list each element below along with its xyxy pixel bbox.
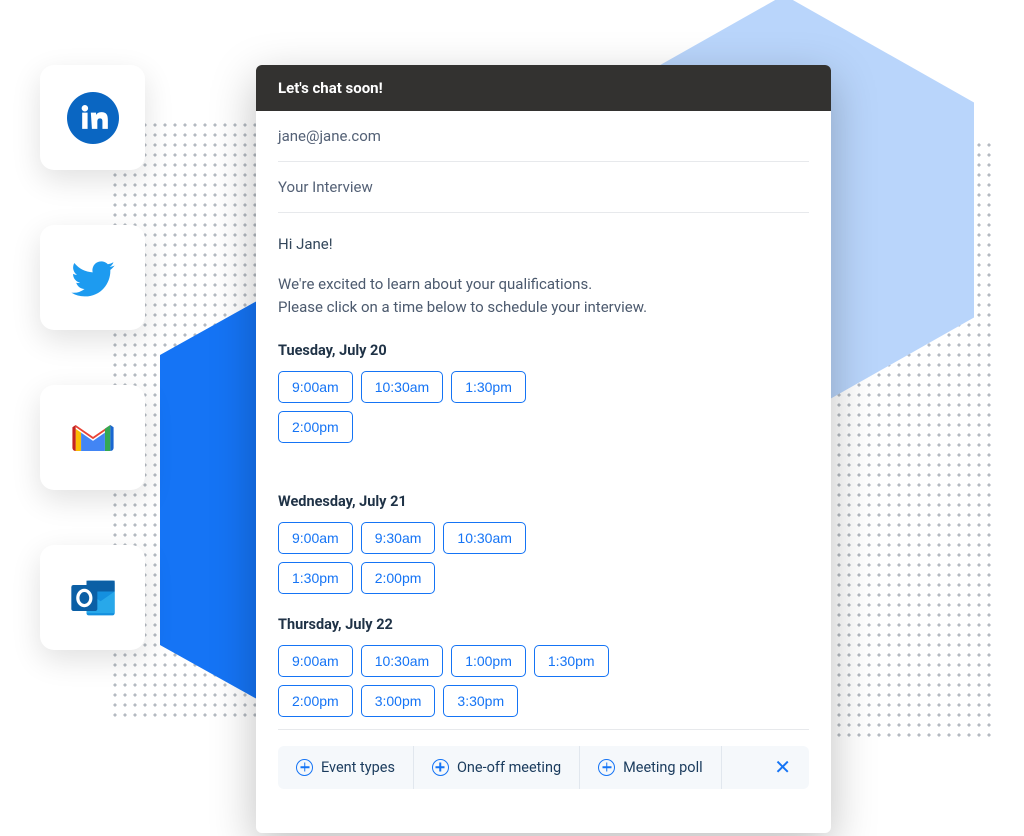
time-slot-button[interactable]: 3:30pm [443,685,518,717]
divider [278,729,809,730]
time-slot-button[interactable]: 9:30am [361,522,436,554]
gmail-icon [40,385,145,490]
slot-row: 9:00am 9:30am 10:30am 1:30pm 2:00pm [278,522,538,594]
slot-row: 9:00am 10:30am 1:00pm 1:30pm 2:00pm 3:00… [278,645,678,717]
linkedin-icon [40,65,145,170]
meeting-poll-button[interactable]: Meeting poll [580,746,722,789]
time-slot-button[interactable]: 2:00pm [278,411,353,443]
plus-circle-icon [296,759,313,776]
time-slot-button[interactable]: 2:00pm [278,685,353,717]
slot-row: 9:00am 10:30am 1:30pm 2:00pm [278,371,538,443]
plus-circle-icon [598,759,615,776]
email-greeting: Hi Jane! [278,235,809,253]
social-icons-column [40,65,145,650]
day-label: Wednesday, July 21 [278,493,538,510]
day-column: Tuesday, July 20 9:00am 10:30am 1:30pm 2… [278,342,538,443]
email-to-field[interactable]: jane@jane.com [278,111,809,162]
time-slot-button[interactable]: 1:30pm [278,562,353,594]
event-types-button[interactable]: Event types [278,746,414,789]
email-body-line: We're excited to learn about your qualif… [278,275,592,293]
time-slot-button[interactable]: 1:00pm [451,645,526,677]
email-title: Let's chat soon! [256,65,831,111]
email-message: We're excited to learn about your qualif… [278,273,809,320]
time-slot-button[interactable]: 3:00pm [361,685,436,717]
time-slot-button[interactable]: 1:30pm [534,645,609,677]
action-label: Meeting poll [623,759,703,776]
action-label: Event types [321,759,395,776]
time-slot-button[interactable]: 2:00pm [361,562,436,594]
email-content: Hi Jane! We're excited to learn about yo… [278,213,809,833]
day-column: Wednesday, July 21 9:00am 9:30am 10:30am… [278,493,538,594]
email-body-line: Please click on a time below to schedule… [278,298,647,316]
day-label: Tuesday, July 20 [278,342,538,359]
one-off-meeting-button[interactable]: One-off meeting [414,746,580,789]
time-slot-button[interactable]: 9:00am [278,645,353,677]
day-column: Thursday, July 22 9:00am 10:30am 1:00pm … [278,616,809,717]
twitter-icon [40,225,145,330]
time-slot-button[interactable]: 9:00am [278,522,353,554]
outlook-icon [40,545,145,650]
time-slot-button[interactable]: 9:00am [278,371,353,403]
time-slot-button[interactable]: 1:30pm [451,371,526,403]
time-slot-button[interactable]: 10:30am [443,522,525,554]
email-compose-card: Let's chat soon! jane@jane.com Your Inte… [256,65,831,833]
time-slot-button[interactable]: 10:30am [361,645,443,677]
action-label: One-off meeting [457,759,561,776]
close-icon[interactable]: ✕ [756,757,809,777]
plus-circle-icon [432,759,449,776]
day-label: Thursday, July 22 [278,616,809,633]
time-slot-button[interactable]: 10:30am [361,371,443,403]
email-subject-field[interactable]: Your Interview [278,162,809,213]
scheduling-action-bar: Event types One-off meeting Meeting poll… [278,746,809,789]
